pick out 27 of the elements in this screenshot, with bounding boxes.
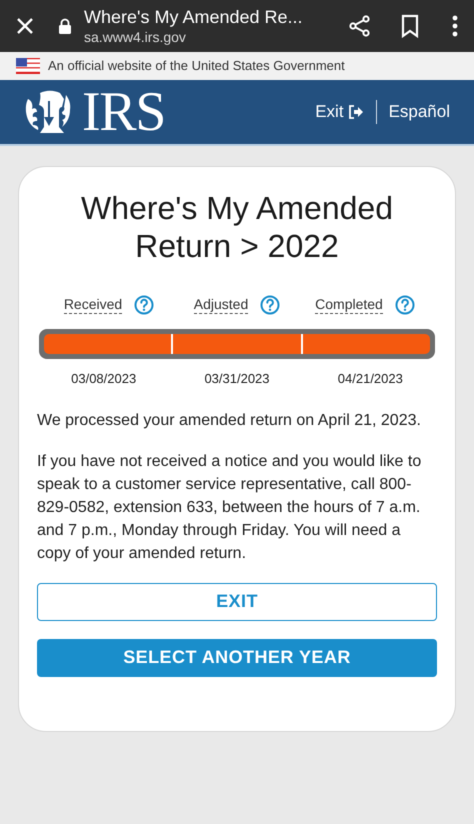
help-icon[interactable] <box>134 295 154 315</box>
exit-icon <box>348 105 364 119</box>
stage-label[interactable]: Completed <box>315 296 383 314</box>
page-title: Where's My Amended Re... <box>84 6 304 28</box>
status-paragraph: We processed your amended return on April 21, 2023. <box>37 410 422 430</box>
stage-label[interactable]: Received <box>64 296 122 314</box>
status-paragraph: If you have not received a notice and you would like to speak to a customer service representative, call 800-829-0582, extension 633, between the hours of 7 a.m. and 7 p.m., Monday through Friday. You will need a copy of your amended return. <box>37 452 422 564</box>
stage-date: 03/08/2023 <box>70 370 138 388</box>
help-icon[interactable] <box>260 295 280 315</box>
stage-date: 04/21/2023 <box>336 370 404 388</box>
card-title: Where's My Amended Return > 2022 <box>80 189 394 265</box>
bookmark-icon[interactable] <box>400 14 420 38</box>
flag-icon <box>16 58 40 74</box>
exit-link[interactable]: Exit <box>315 99 364 125</box>
help-icon[interactable] <box>394 295 415 315</box>
close-icon[interactable] <box>16 17 34 35</box>
logo-text: IRS <box>82 84 165 140</box>
lock-icon <box>58 18 72 34</box>
language-link[interactable]: Español <box>388 99 450 125</box>
gov-banner-text: An official website of the United States Government <box>48 57 345 76</box>
stage-label[interactable]: Adjusted <box>194 296 248 314</box>
select-year-button[interactable]: SELECT ANOTHER YEAR <box>37 638 437 676</box>
stage-date: 03/31/2023 <box>203 370 271 388</box>
more-icon[interactable] <box>452 15 458 37</box>
exit-button[interactable]: EXIT <box>37 582 437 620</box>
share-icon[interactable] <box>348 14 372 38</box>
url-text: sa.www4.irs.gov <box>84 28 187 46</box>
